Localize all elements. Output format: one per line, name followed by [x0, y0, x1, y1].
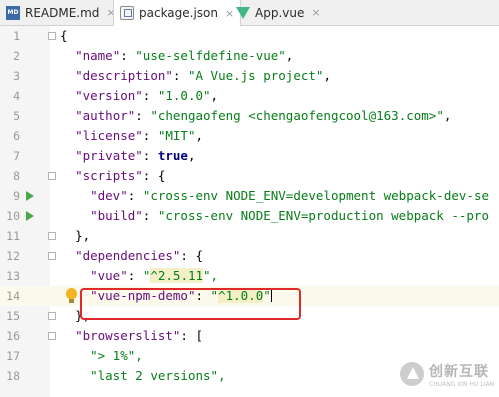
tab-label: README.md [25, 5, 100, 20]
code-line: 12 "dependencies": { [0, 246, 499, 266]
line-number: 2 [13, 49, 20, 63]
code-line: 11 }, [0, 226, 499, 246]
tab-package-json[interactable]: package.json × [113, 0, 242, 26]
code-text: "private": true, [75, 148, 196, 163]
brand-logo-icon [400, 362, 424, 386]
fold-marker-icon[interactable] [48, 252, 56, 260]
code-text: "name": "use-selfdefine-vue", [75, 48, 294, 63]
line-number: 17 [6, 349, 20, 363]
code-text: { [60, 28, 68, 43]
fold-marker-icon[interactable] [48, 312, 56, 320]
line-number: 11 [6, 229, 20, 243]
close-icon[interactable]: × [311, 6, 320, 19]
code-text: "build": "cross-env NODE_ENV=production … [90, 208, 489, 223]
code-line: 2 "name": "use-selfdefine-vue", [0, 46, 499, 66]
code-line: 16 "browserslist": [ [0, 326, 499, 346]
code-text: }, [75, 228, 91, 243]
close-icon[interactable]: × [225, 7, 234, 20]
line-number: 6 [13, 129, 20, 143]
code-text: "description": "A Vue.js project", [75, 68, 331, 83]
code-line: 1 { [0, 26, 499, 46]
run-script-icon[interactable] [26, 211, 34, 221]
code-line: 6 "license": "MIT", [0, 126, 499, 146]
markdown-file-icon: MD [6, 5, 20, 20]
line-number: 13 [6, 269, 20, 283]
line-number: 12 [6, 249, 20, 263]
watermark-title: 创新互联 [429, 363, 489, 380]
line-number: 10 [6, 209, 20, 223]
code-text: "author": "chengaofeng <chengaofengcool@… [75, 108, 452, 123]
watermark-subtitle: CHUANG XIN HU LIAN [429, 380, 495, 388]
tab-app-vue[interactable]: App.vue × [236, 0, 321, 25]
run-script-icon[interactable] [26, 191, 34, 201]
json-file-icon [120, 6, 134, 20]
code-text: "version": "1.0.0", [75, 88, 219, 103]
fold-marker-icon[interactable] [48, 32, 56, 40]
tab-label: package.json [139, 6, 219, 20]
code-text: "dependencies": { [75, 248, 204, 263]
code-text: "browserslist": [ [75, 328, 204, 343]
line-number: 1 [13, 29, 20, 43]
code-line: 10 "build": "cross-env NODE_ENV=producti… [0, 206, 499, 226]
line-number: 5 [13, 109, 20, 123]
fold-marker-icon[interactable] [48, 232, 56, 240]
code-editor[interactable]: 1 { 2 "name": "use-selfdefine-vue", 3 "d… [0, 26, 499, 397]
line-number: 8 [13, 169, 20, 183]
line-number: 18 [6, 369, 20, 383]
code-text: "vue": "^2.5.11", [90, 268, 219, 283]
line-number: 4 [13, 89, 20, 103]
code-line: 3 "description": "A Vue.js project", [0, 66, 499, 86]
code-text: "last 2 versions", [90, 368, 226, 383]
fold-marker-icon[interactable] [48, 332, 56, 340]
code-line: 4 "version": "1.0.0", [0, 86, 499, 106]
line-number: 9 [13, 189, 20, 203]
annotation-highlight-box [80, 288, 301, 320]
line-number: 7 [13, 149, 20, 163]
code-line: 13 "vue": "^2.5.11", [0, 266, 499, 286]
code-text: "license": "MIT", [75, 128, 204, 143]
watermark-logo: 创新互联 CHUANG XIN HU LIAN [400, 356, 499, 392]
vue-file-icon [236, 6, 250, 19]
tab-readme[interactable]: MD README.md × [6, 0, 116, 25]
line-number: 14 [6, 289, 20, 303]
code-text: "scripts": { [75, 168, 166, 183]
line-number: 15 [6, 309, 20, 323]
editor-tab-bar: MD README.md × package.json × App.vue × [0, 0, 499, 26]
code-text: "> 1%", [90, 348, 143, 363]
line-number: 16 [6, 329, 20, 343]
code-line: 7 "private": true, [0, 146, 499, 166]
code-line: 9 "dev": "cross-env NODE_ENV=development… [0, 186, 499, 206]
tab-label: App.vue [255, 5, 305, 20]
fold-marker-icon[interactable] [48, 172, 56, 180]
code-text: "dev": "cross-env NODE_ENV=development w… [90, 188, 489, 203]
code-line: 5 "author": "chengaofeng <chengaofengcoo… [0, 106, 499, 126]
code-line: 8 "scripts": { [0, 166, 499, 186]
line-number: 3 [13, 69, 20, 83]
